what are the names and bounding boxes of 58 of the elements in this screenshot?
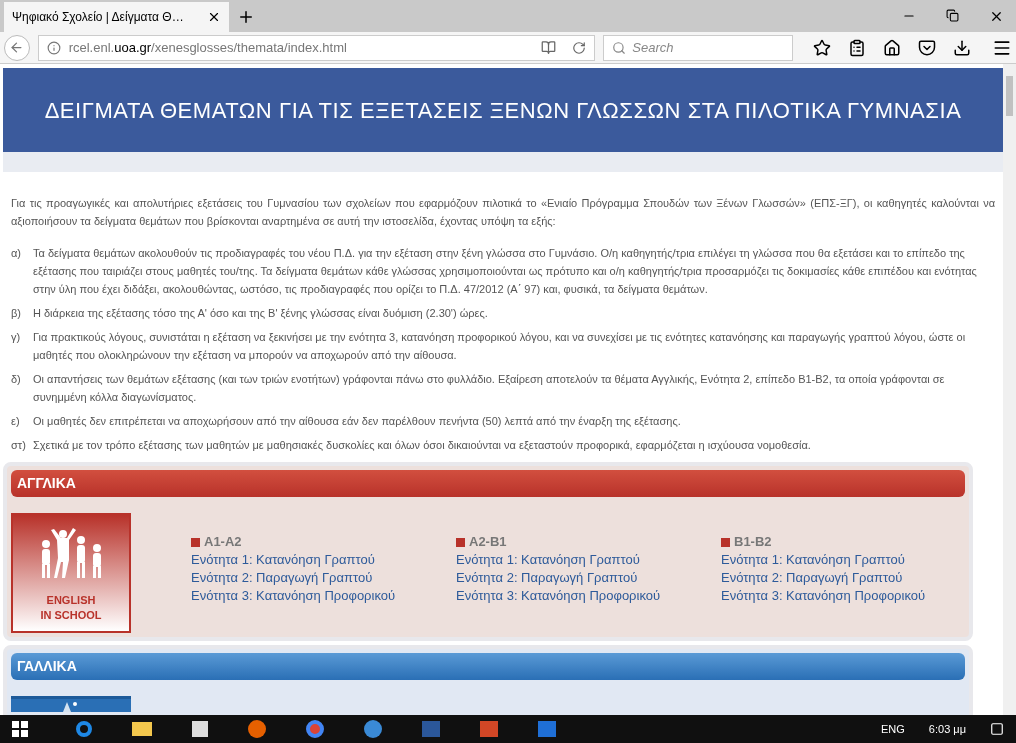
unit-link[interactable]: Ενότητα 2: Παραγωγή Γραπτού <box>721 569 931 587</box>
bookmark-star-icon[interactable] <box>813 38 831 57</box>
logo-text: ENGLISH <box>46 593 96 608</box>
unit-link[interactable]: Ενότητα 1: Κατανόηση Γραπτού <box>721 551 931 569</box>
list-text: Οι μαθητές δεν επιτρέπεται να αποχωρήσουν από την αίθουσα εάν δεν παρέλθουν πενήντα (50) λεπτά από την έναρξη της εξέτασης. <box>33 414 681 429</box>
list-marker: ε) <box>11 414 21 429</box>
pocket-icon[interactable] <box>918 38 936 57</box>
reload-icon[interactable] <box>572 40 587 55</box>
unit-link[interactable]: Ενότητα 3: Κατανόηση Προφορικού <box>191 587 401 605</box>
level-title: B1-B2 <box>734 533 772 551</box>
tab-title: Ψηφιακό Σχολείο | Δείγματα Θ… <box>12 9 185 26</box>
info-icon[interactable] <box>46 40 61 55</box>
list-marker: γ) <box>11 330 22 345</box>
home-icon[interactable] <box>883 38 901 57</box>
bookmarks-list-icon[interactable] <box>848 38 866 57</box>
unit-link[interactable]: Ενότητα 3: Κατανόηση Προφορικού <box>721 587 931 605</box>
list-marker: στ) <box>11 438 27 453</box>
level-square-icon <box>191 537 200 547</box>
reader-view-icon[interactable] <box>541 40 557 55</box>
page-title: ΔΕΙΓΜΑΤΑ ΘΕΜΑΤΩΝ ΓΙΑ ΤΙΣ ΕΞΕΤΑΣΕΙΣ ΞΕΝΩΝ ΓΛΩΣΣΩΝ ΣΤΑ ΠΙΛΟΤΙΚΑ ΓΥΜΝΑΣΙΑ <box>44 96 962 125</box>
list-marker: δ) <box>11 372 22 387</box>
level-title: A1-A2 <box>204 533 242 551</box>
list-marker: α) <box>11 246 23 261</box>
list-text: Τα δείγματα θεμάτων ακολουθούν τις προδιαγραφές του νέου Π.Δ. για την εξέταση στην ξένη γλώσσα στο Γυμνάσιο. Ο/η καθηγητής/τρια επιλέγει τη γλώσσα που θα εξετάσει και το επίπεδο της εξέτασης που ταιριάζει στους μαθητές του/της. Τα δείγματα θεμάτων κάθε γλώσσας χρησιμοποιούνται ως πρότυπο και ο/η καθηγητής/τρια προσαρμόζει τις δοκιμασίες κάθε επιπέδου και ενότητας στην ύλη που έχει διδάξει, ακολουθώντας, ωστόσο, τις προδιαγραφές που ορίζει το Π.Δ. 47/2012 (Α΄ 97) και, φυσικά, τα δείγματα θεμάτων. <box>33 246 978 297</box>
level-title: A2-B1 <box>469 533 507 551</box>
windows-logo-icon[interactable] <box>12 721 28 737</box>
restore-icon[interactable] <box>946 9 959 22</box>
unit-link[interactable]: Ενότητα 3: Κατανόηση Προφορικού <box>456 587 666 605</box>
search-icon <box>612 40 627 55</box>
unit-link[interactable]: Ενότητα 1: Κατανόηση Γραπτού <box>456 551 666 569</box>
list-text: Σχετικά με τον τρόπο εξέτασης των μαθητών με μαθησιακές δυσκολίες και όλων όσοι δικαιούνται να εξεταστούν προφορικά, εφαρμόζεται η ισχύουσα νομοθεσία. <box>33 438 811 453</box>
level-square-icon <box>456 537 465 547</box>
notifications-icon[interactable] <box>990 722 1004 736</box>
logo-text: IN SCHOOL <box>40 608 102 623</box>
back-button[interactable] <box>4 34 30 61</box>
close-icon[interactable] <box>207 10 221 24</box>
search-placeholder: Search <box>632 38 674 57</box>
unit-link[interactable]: Ενότητα 2: Παραγωγή Γραπτού <box>191 569 401 587</box>
search-field[interactable]: Search <box>603 34 793 61</box>
new-tab-icon[interactable] <box>237 8 255 26</box>
address-bar[interactable]: rcel.enl.uoa.gr/xenesglosses/themata/index.html <box>37 34 596 61</box>
level-square-icon <box>721 537 730 547</box>
language-header: ΑΓΓΛΙΚΑ <box>11 470 965 497</box>
list-text: Για πρακτικούς λόγους, συνιστάται η εξέταση να ξεκινήσει με την ενότητα 3, κατανόηση προφορικού λόγου, και να συνεχίσει με τις ενότητες κατανόησης και παραγωγής γραπτού λόγου, ώστε οι μαθητές που ολοκληρώνουν την εξέταση να μπορούν να αποχωρούν από την αίθουσα. <box>33 330 967 363</box>
language-header: ΓΑΛΛΙΚΑ <box>11 653 965 680</box>
download-icon[interactable] <box>953 38 971 57</box>
url-text: rcel.enl.uoa.gr/xenesglosses/themata/index.html <box>68 38 348 57</box>
unit-link[interactable]: Ενότητα 1: Κατανόηση Γραπτού <box>191 551 401 569</box>
scrollbar[interactable] <box>1003 64 1016 715</box>
unit-link[interactable]: Ενότητα 2: Παραγωγή Γραπτού <box>456 569 666 587</box>
keyboard-language[interactable]: ENG <box>881 720 905 738</box>
clock-time[interactable]: 6:03 μμ <box>928 720 966 738</box>
list-text: Η διάρκεια της εξέτασης τόσο της Α' όσο και της Β' ξένης γλώσσας είναι δυόμιση (2.30') ώρες. <box>33 306 488 321</box>
intro-paragraph: Για τις προαγωγικές και απολυτήριες εξετάσεις του Γυμνασίου των σχολείων που εφαρμόζουν πιλοτικά το «Ενιαίο Πρόγραμμα Σπουδών των Ξένων Γλωσσών» (ΕΠΣ-ΞΓ), οι καθηγητές καλούνται να αξιοποιήσουν τα δείγματα θεμάτων που βρίσκονται αναρτημένα σε αυτή την ιστοσελίδα, έχοντας υπόψη τα εξής: <box>11 196 995 229</box>
list-text: Οι απαντήσεις των θεμάτων εξέτασης (και των τριών ενοτήτων) γράφονται πάνω στο φυλλάδιο. Εξαίρεση αποτελούν τα θέματα Αγγλικής, Ενότητα 2, επίπεδο Β1-Β2, τα οποία γράφονται σε συνημμένη κόλλα διαγωνίσματος. <box>33 372 946 405</box>
list-marker: β) <box>11 306 22 321</box>
close-window-icon[interactable] <box>989 9 1004 24</box>
browser-tab[interactable]: Ψηφιακό Σχολείο | Δείγματα Θ… <box>4 2 229 32</box>
